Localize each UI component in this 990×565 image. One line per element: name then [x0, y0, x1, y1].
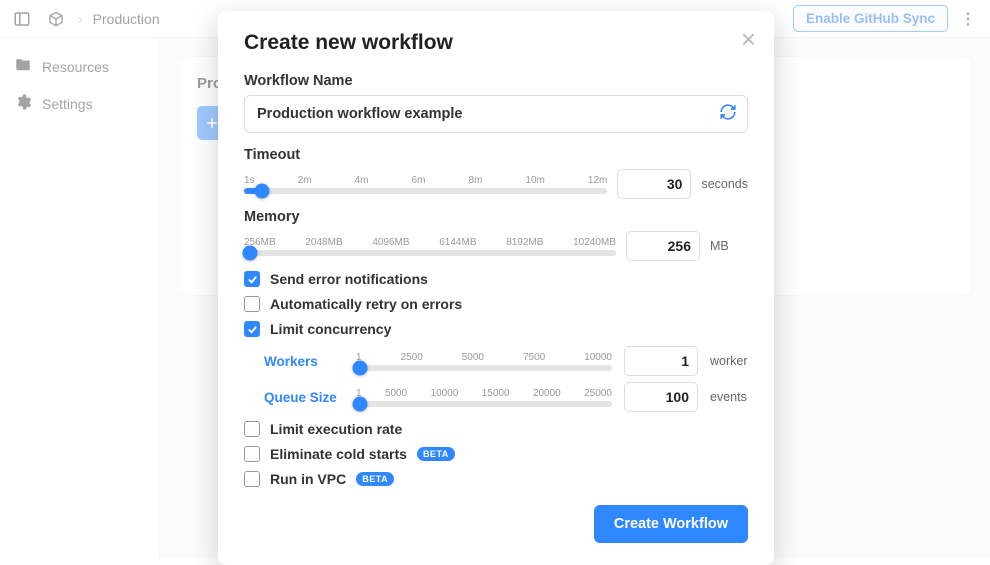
timeout-unit: seconds — [701, 177, 748, 191]
memory-slider[interactable]: 256MB2048MB4096MB6144MB8192MB10240MB — [244, 237, 616, 256]
timeout-slider[interactable]: 1s2m4m6m8m10m12m — [244, 175, 607, 194]
checkbox-icon — [244, 446, 260, 462]
close-icon[interactable]: × — [741, 26, 756, 52]
timeout-value-input[interactable] — [617, 169, 691, 199]
check-vpc[interactable]: Run in VPC BETA — [244, 471, 748, 487]
check-limit-rate[interactable]: Limit execution rate — [244, 421, 748, 437]
memory-ticks: 256MB2048MB4096MB6144MB8192MB10240MB — [244, 237, 616, 248]
queue-row: Queue Size 1500010000150002000025000 eve… — [264, 382, 748, 412]
memory-value-input[interactable] — [626, 231, 700, 261]
queue-label: Queue Size — [264, 390, 344, 405]
memory-unit: MB — [710, 239, 748, 253]
workers-row: Workers 125005000750010000 worker — [264, 346, 748, 376]
check-retry[interactable]: Automatically retry on errors — [244, 296, 748, 312]
workers-unit: worker — [710, 354, 748, 368]
queue-slider[interactable]: 1500010000150002000025000 — [356, 388, 612, 407]
check-cold-start[interactable]: Eliminate cold starts BETA — [244, 446, 748, 462]
workflow-name-field — [244, 95, 748, 133]
modal-footer: Create Workflow — [244, 505, 748, 543]
memory-label: Memory — [244, 209, 748, 225]
checkbox-icon — [244, 271, 260, 287]
queue-unit: events — [710, 390, 748, 404]
checkbox-icon — [244, 321, 260, 337]
workflow-name-input[interactable] — [245, 96, 719, 132]
concurrency-sub: Workers 125005000750010000 worker Queue … — [264, 346, 748, 412]
beta-badge: BETA — [417, 447, 455, 461]
check-notify[interactable]: Send error notifications — [244, 271, 748, 287]
workers-slider[interactable]: 125005000750010000 — [356, 352, 612, 371]
checkbox-icon — [244, 296, 260, 312]
timeout-section: Timeout 1s2m4m6m8m10m12m seconds — [244, 147, 748, 199]
workers-value-input[interactable] — [624, 346, 698, 376]
workers-label: Workers — [264, 354, 344, 369]
refresh-icon[interactable] — [719, 103, 737, 126]
workflow-name-label: Workflow Name — [244, 73, 748, 89]
modal-title: Create new workflow — [244, 31, 748, 55]
checkbox-icon — [244, 471, 260, 487]
timeout-ticks: 1s2m4m6m8m10m12m — [244, 175, 607, 186]
create-workflow-modal: × Create new workflow Workflow Name Time… — [218, 11, 774, 565]
memory-section: Memory 256MB2048MB4096MB6144MB8192MB1024… — [244, 209, 748, 261]
create-workflow-button[interactable]: Create Workflow — [594, 505, 748, 543]
check-limit-concurrency[interactable]: Limit concurrency — [244, 321, 748, 337]
beta-badge: BETA — [356, 472, 394, 486]
queue-value-input[interactable] — [624, 382, 698, 412]
checkbox-icon — [244, 421, 260, 437]
timeout-label: Timeout — [244, 147, 748, 163]
